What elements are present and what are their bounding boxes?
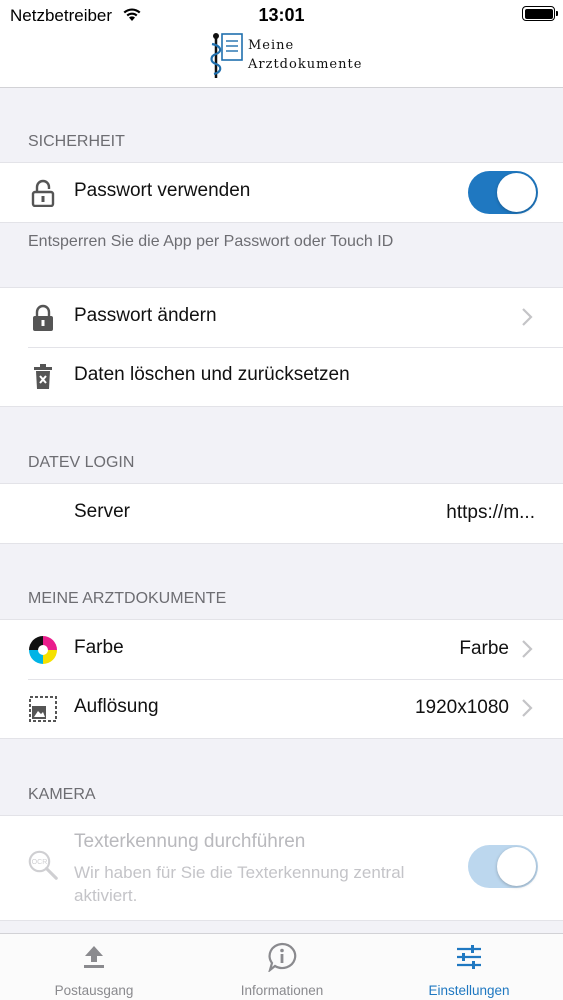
row-color[interactable]: Farbe Farbe: [0, 620, 563, 679]
sicherheit-footer-note: Entsperren Sie die App per Passwort oder…: [28, 233, 394, 250]
group-meine-arztdokumente: Farbe Farbe Auflösung 1920x1080: [0, 619, 563, 739]
navigation-bar: Meine Arztdokumente: [0, 30, 563, 88]
logo-text-line2: Arztdokumente: [248, 57, 363, 72]
row-reset-data[interactable]: Daten löschen und zurücksetzen: [0, 347, 563, 406]
ocr-sublabel: Wir haben für Sie die Texterkennung zent…: [74, 863, 405, 905]
row-use-password: Passwort verwenden: [0, 163, 563, 222]
color-label: Farbe: [74, 637, 124, 658]
tab-einstellungen[interactable]: Einstellungen: [375, 934, 563, 1000]
section-header-kamera: KAMERA: [28, 786, 96, 803]
row-change-password[interactable]: Passwort ändern: [0, 288, 563, 347]
row-resolution[interactable]: Auflösung 1920x1080: [0, 679, 563, 738]
group-sicherheit: Passwort verwenden: [0, 162, 563, 223]
info-icon: [268, 942, 297, 972]
group-datev: Server https://m...: [0, 483, 563, 544]
section-header-meine-arztdokumente: MEINE ARZTDOKUMENTE: [28, 590, 227, 607]
tab-einstellungen-label: Einstellungen: [428, 983, 510, 998]
trash-icon: [28, 362, 58, 392]
ocr-search-icon: OCR: [28, 850, 58, 880]
chevron-right-icon: [522, 699, 533, 717]
ocr-label: Texterkennung durchführen: [74, 831, 306, 852]
section-header-sicherheit: SICHERHEIT: [28, 133, 125, 150]
use-password-toggle[interactable]: [468, 171, 538, 214]
chevron-right-icon: [522, 308, 533, 326]
sliders-icon: [457, 945, 481, 969]
image-resolution-icon: [28, 694, 58, 724]
tab-informationen-label: Informationen: [240, 983, 324, 998]
ocr-toggle: [468, 845, 538, 888]
group-password-actions: Passwort ändern Daten löschen und zurück…: [0, 287, 563, 407]
tab-postausgang-label: Postausgang: [54, 983, 134, 998]
color-value: Farbe: [459, 638, 509, 659]
battery-icon: [522, 6, 558, 21]
server-value: https://m...: [446, 502, 535, 523]
ocr-icon-text: OCR: [32, 859, 48, 866]
tab-bar: Postausgang Informationen Einstellungen: [0, 933, 563, 1000]
clock: 13:01: [258, 5, 305, 25]
row-ocr: OCR Texterkennung durchführen Wir haben …: [0, 816, 563, 920]
chevron-right-icon: [522, 640, 533, 658]
resolution-value: 1920x1080: [414, 697, 509, 718]
color-wheel-icon: [28, 635, 58, 665]
use-password-label: Passwort verwenden: [74, 180, 251, 201]
upload-icon: [84, 946, 104, 968]
change-password-label: Passwort ändern: [74, 305, 217, 326]
group-kamera: OCR Texterkennung durchführen Wir haben …: [0, 815, 563, 921]
tab-informationen[interactable]: Informationen: [188, 934, 376, 1000]
section-header-datev: DATEV LOGIN: [28, 454, 135, 471]
app-logo: Meine Arztdokumente: [208, 30, 361, 82]
lock-open-icon: [28, 178, 58, 208]
resolution-label: Auflösung: [74, 696, 159, 717]
status-bar: Netzbetreiber 13:01: [0, 0, 563, 30]
reset-data-label: Daten löschen und zurücksetzen: [74, 364, 350, 385]
tab-postausgang[interactable]: Postausgang: [0, 934, 188, 1000]
caduceus-icon: [210, 33, 243, 78]
logo-text-line1: Meine: [248, 38, 295, 53]
row-server[interactable]: Server https://m...: [0, 484, 563, 543]
server-label: Server: [74, 501, 130, 522]
lock-icon: [28, 303, 58, 333]
